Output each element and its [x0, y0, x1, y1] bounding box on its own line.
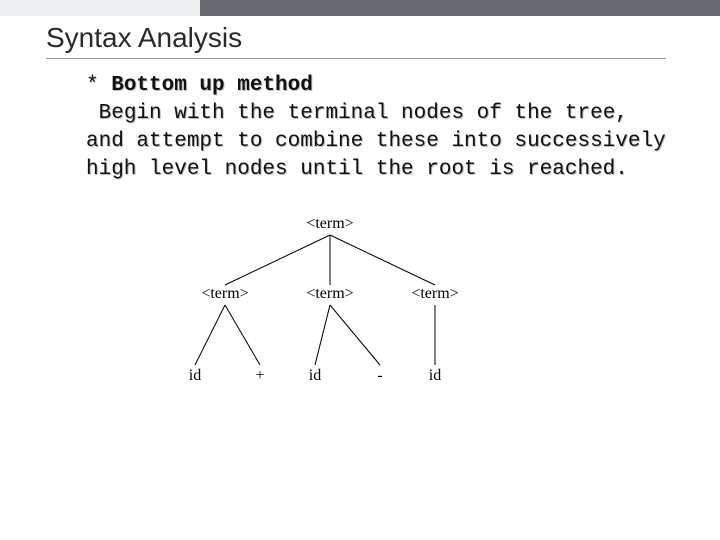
bullet-marker: *	[86, 74, 99, 97]
tree-mid-0: <term>	[201, 285, 248, 303]
tree-leaf-2: id	[309, 367, 321, 385]
page-title: Syntax Analysis	[46, 22, 242, 54]
body-paragraph: Begin with the terminal nodes of the tre…	[86, 102, 666, 181]
title-underline	[46, 58, 666, 59]
tree-leaf-3: -	[377, 367, 382, 385]
tree-mid-2: <term>	[411, 285, 458, 303]
method-heading: Bottom up method	[111, 74, 313, 97]
tree-lines	[140, 215, 520, 415]
top-bar-accent	[0, 0, 200, 16]
tree-leaf-0: id	[189, 367, 201, 385]
parse-tree-diagram: <term> <term> <term> <term> id + id - id	[140, 215, 520, 415]
body-text: * Bottom up method Begin with the termin…	[86, 72, 676, 184]
tree-root: <term>	[306, 215, 353, 233]
tree-leaf-1: +	[255, 367, 264, 385]
tree-leaf-4: id	[429, 367, 441, 385]
tree-mid-1: <term>	[306, 285, 353, 303]
